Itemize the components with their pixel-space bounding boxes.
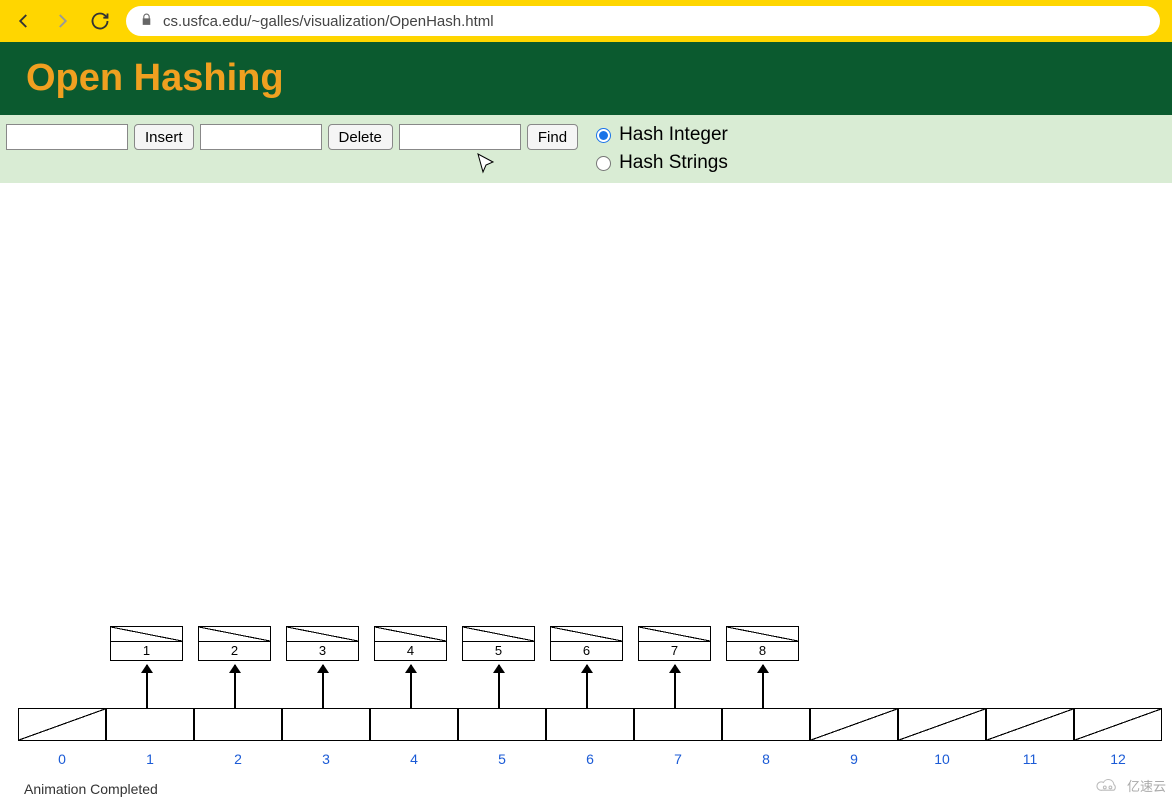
page-title: Open Hashing <box>26 57 1146 100</box>
chain-node: 4 <box>374 626 447 661</box>
page-header: Open Hashing <box>0 42 1172 115</box>
hash-mode-radios: Hash Integer Hash Strings <box>596 124 728 174</box>
chain-node: 8 <box>726 626 799 661</box>
watermark: 亿速云 <box>1095 776 1166 795</box>
chain-node: 3 <box>286 626 359 661</box>
arrow-up-icon <box>322 665 324 708</box>
arrow-cell <box>462 665 535 708</box>
browser-toolbar: cs.usfca.edu/~galles/visualization/OpenH… <box>0 0 1172 42</box>
hash-index-label: 5 <box>458 751 546 767</box>
node-null-pointer <box>111 627 182 642</box>
radio-hash-integer[interactable]: Hash Integer <box>596 124 728 146</box>
hash-table-row <box>18 708 1162 741</box>
hash-slot <box>810 708 898 741</box>
cloud-icon <box>1095 777 1123 795</box>
url-bar[interactable]: cs.usfca.edu/~galles/visualization/OpenH… <box>126 6 1160 36</box>
node-null-pointer <box>287 627 358 642</box>
hash-slot <box>898 708 986 741</box>
visualization-canvas: 12345678 0123456789101112 Animation Comp… <box>0 183 1172 803</box>
radio-hash-strings-label: Hash Strings <box>619 152 728 174</box>
url-text: cs.usfca.edu/~galles/visualization/OpenH… <box>163 13 494 30</box>
hash-slot <box>722 708 810 741</box>
insert-input[interactable] <box>6 124 128 150</box>
radio-hash-integer-input[interactable] <box>596 128 611 143</box>
hash-indices-row: 0123456789101112 <box>18 751 1162 767</box>
node-null-pointer <box>727 627 798 642</box>
node-value: 5 <box>463 642 534 660</box>
node-null-pointer <box>463 627 534 642</box>
watermark-text: 亿速云 <box>1127 776 1166 795</box>
node-null-pointer <box>199 627 270 642</box>
hash-index-label: 3 <box>282 751 370 767</box>
hash-slot <box>106 708 194 741</box>
arrow-cell <box>638 665 711 708</box>
node-null-pointer <box>551 627 622 642</box>
reload-button[interactable] <box>88 9 112 33</box>
node-null-pointer <box>639 627 710 642</box>
find-input[interactable] <box>399 124 521 150</box>
delete-input[interactable] <box>200 124 322 150</box>
arrow-up-icon <box>146 665 148 708</box>
arrow-cell <box>110 665 183 708</box>
arrow-up-icon <box>410 665 412 708</box>
hash-index-label: 10 <box>898 751 986 767</box>
radio-hash-strings-input[interactable] <box>596 156 611 171</box>
hash-index-label: 0 <box>18 751 106 767</box>
hash-slot <box>18 708 106 741</box>
back-button[interactable] <box>12 9 36 33</box>
hash-slot <box>1074 708 1162 741</box>
radio-hash-strings[interactable]: Hash Strings <box>596 152 728 174</box>
node-value: 2 <box>199 642 270 660</box>
arrow-up-icon <box>498 665 500 708</box>
arrow-up-icon <box>762 665 764 708</box>
node-value: 8 <box>727 642 798 660</box>
arrow-up-icon <box>674 665 676 708</box>
chain-nodes-row: 12345678 <box>110 626 799 661</box>
node-value: 3 <box>287 642 358 660</box>
hash-index-label: 8 <box>722 751 810 767</box>
hash-index-label: 7 <box>634 751 722 767</box>
arrow-up-icon <box>234 665 236 708</box>
hash-index-label: 6 <box>546 751 634 767</box>
radio-hash-integer-label: Hash Integer <box>619 124 728 146</box>
hash-index-label: 4 <box>370 751 458 767</box>
hash-slot <box>458 708 546 741</box>
hash-index-label: 2 <box>194 751 282 767</box>
arrow-cell <box>550 665 623 708</box>
chain-node: 5 <box>462 626 535 661</box>
node-value: 7 <box>639 642 710 660</box>
arrow-cell <box>374 665 447 708</box>
arrow-up-icon <box>586 665 588 708</box>
hash-index-label: 12 <box>1074 751 1162 767</box>
chain-node: 1 <box>110 626 183 661</box>
forward-button[interactable] <box>50 9 74 33</box>
arrow-cell <box>286 665 359 708</box>
hash-index-label: 11 <box>986 751 1074 767</box>
node-value: 6 <box>551 642 622 660</box>
insert-button[interactable]: Insert <box>134 124 194 150</box>
hash-slot <box>634 708 722 741</box>
arrows-row <box>110 665 799 708</box>
hash-slot <box>282 708 370 741</box>
hash-slot <box>370 708 458 741</box>
lock-icon <box>140 13 153 30</box>
arrow-cell <box>198 665 271 708</box>
chain-node: 7 <box>638 626 711 661</box>
hash-slot <box>986 708 1074 741</box>
hash-index-label: 1 <box>106 751 194 767</box>
delete-button[interactable]: Delete <box>328 124 393 150</box>
node-value: 4 <box>375 642 446 660</box>
node-value: 1 <box>111 642 182 660</box>
status-text: Animation Completed <box>24 781 158 797</box>
hash-slot <box>194 708 282 741</box>
controls-bar: Insert Delete Find Hash Integer Hash Str… <box>0 115 1172 183</box>
node-null-pointer <box>375 627 446 642</box>
chain-node: 6 <box>550 626 623 661</box>
find-button[interactable]: Find <box>527 124 578 150</box>
chain-node: 2 <box>198 626 271 661</box>
hash-slot <box>546 708 634 741</box>
hash-index-label: 9 <box>810 751 898 767</box>
arrow-cell <box>726 665 799 708</box>
